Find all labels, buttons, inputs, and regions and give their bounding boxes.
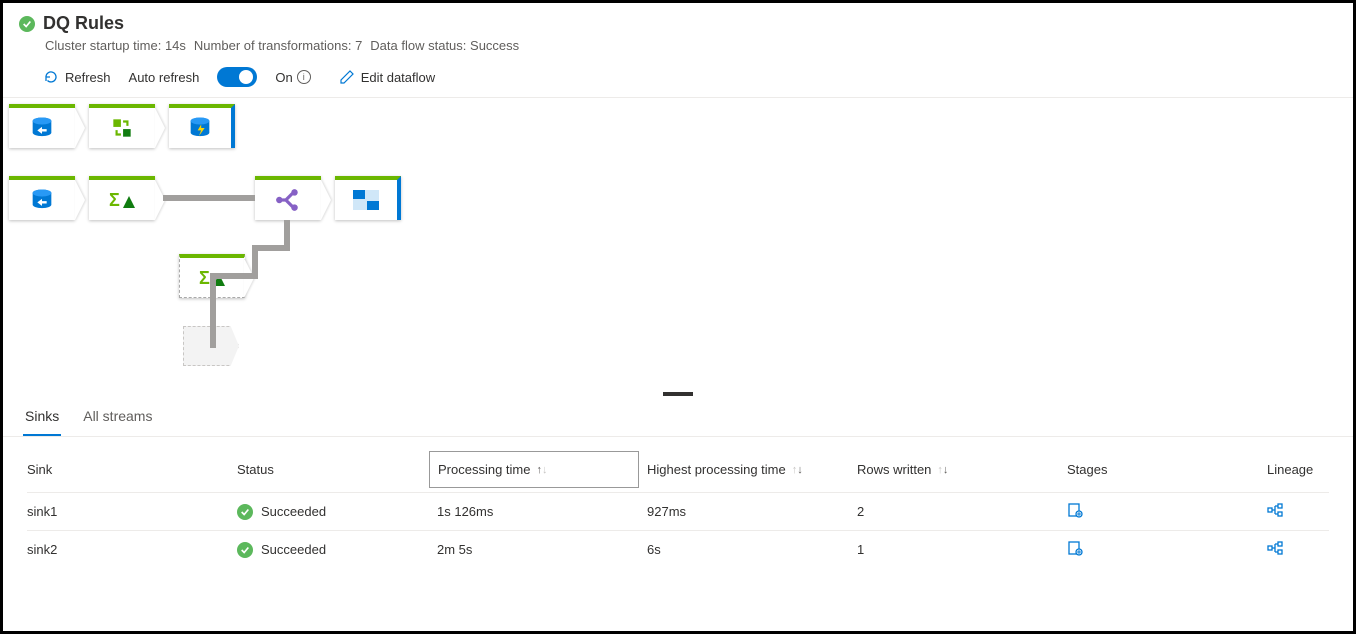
refresh-button[interactable]: Refresh xyxy=(43,69,111,85)
cell-status: Succeeded xyxy=(237,542,437,558)
table-row: sink2 Succeeded 2m 5s 6s 1 xyxy=(27,530,1329,568)
success-icon xyxy=(19,16,35,32)
transform-node[interactable] xyxy=(89,104,155,148)
info-icon[interactable]: i xyxy=(297,70,311,84)
svg-text:Σ: Σ xyxy=(109,190,120,210)
stages-link[interactable] xyxy=(1067,502,1267,521)
svg-text:Σ: Σ xyxy=(199,268,210,288)
tab-all-streams[interactable]: All streams xyxy=(81,398,154,436)
col-rows-written[interactable]: Rows written ↑↓ xyxy=(857,462,1067,477)
auto-refresh-toggle[interactable] xyxy=(217,67,257,87)
sort-icon: ↑↓ xyxy=(536,464,547,476)
col-sink[interactable]: Sink xyxy=(27,462,237,477)
cell-sink: sink2 xyxy=(27,542,237,557)
refresh-icon xyxy=(43,69,59,85)
sink-node-2[interactable] xyxy=(335,176,401,220)
source-node-2[interactable] xyxy=(9,176,75,220)
success-icon xyxy=(237,504,253,520)
cell-status: Succeeded xyxy=(237,504,437,520)
dataflow-canvas[interactable]: Σ Σ xyxy=(3,98,1353,398)
auto-refresh-state: On xyxy=(275,70,292,85)
cell-rows: 1 xyxy=(857,542,1067,557)
cell-sink: sink1 xyxy=(27,504,237,519)
lineage-link[interactable] xyxy=(1267,540,1327,559)
pane-resize-handle[interactable] xyxy=(663,392,693,396)
sink-node[interactable] xyxy=(169,104,235,148)
cell-processing: 1s 126ms xyxy=(437,504,647,519)
edit-dataflow-button[interactable]: Edit dataflow xyxy=(339,69,435,85)
cell-highest: 6s xyxy=(647,542,857,557)
split-node[interactable] xyxy=(255,176,321,220)
col-processing-time[interactable]: Processing time ↑↓ xyxy=(429,451,639,488)
cell-rows: 2 xyxy=(857,504,1067,519)
aggregate-node-2[interactable]: Σ xyxy=(179,254,245,298)
edit-icon xyxy=(339,69,355,85)
col-highest-processing[interactable]: Highest processing time ↑↓ xyxy=(647,462,857,477)
auto-refresh-label: Auto refresh xyxy=(129,70,200,85)
cell-highest: 927ms xyxy=(647,504,857,519)
stages-link[interactable] xyxy=(1067,540,1267,559)
table-row: sink1 Succeeded 1s 126ms 927ms 2 xyxy=(27,492,1329,530)
sort-icon: ↑↓ xyxy=(792,464,803,476)
col-status[interactable]: Status xyxy=(237,462,437,477)
tab-sinks[interactable]: Sinks xyxy=(23,398,61,436)
sort-icon: ↑↓ xyxy=(937,464,948,476)
aggregate-node[interactable]: Σ xyxy=(89,176,155,220)
col-lineage[interactable]: Lineage xyxy=(1267,462,1327,477)
status-info: Cluster startup time: 14s Number of tran… xyxy=(19,34,1337,53)
lineage-link[interactable] xyxy=(1267,502,1327,521)
source-node[interactable] xyxy=(9,104,75,148)
cell-processing: 2m 5s xyxy=(437,542,647,557)
placeholder-node[interactable] xyxy=(183,326,239,366)
page-title: DQ Rules xyxy=(43,13,124,34)
col-stages[interactable]: Stages xyxy=(1067,462,1267,477)
success-icon xyxy=(237,542,253,558)
